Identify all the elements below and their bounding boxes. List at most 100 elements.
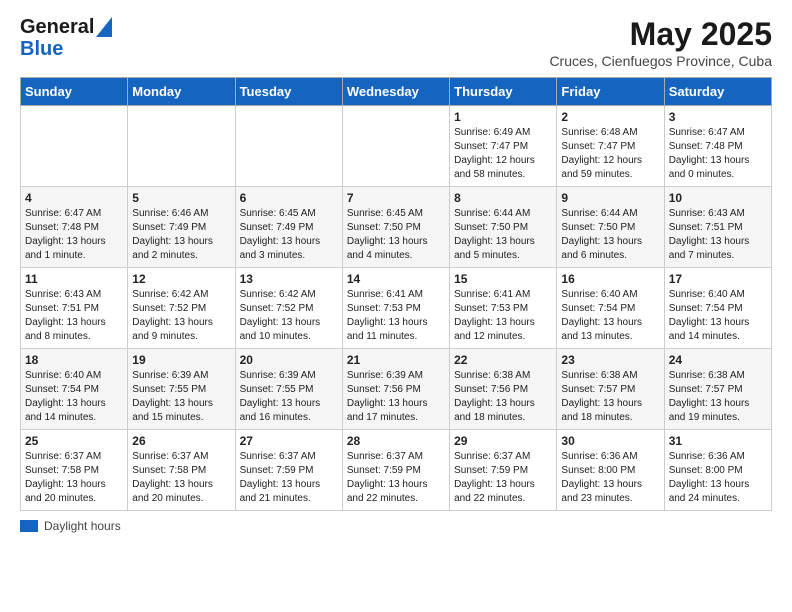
day-number: 19 (132, 353, 230, 367)
logo-blue: Blue (20, 38, 63, 60)
day-info: Sunrise: 6:40 AM Sunset: 7:54 PM Dayligh… (25, 369, 123, 425)
day-number: 16 (561, 272, 659, 286)
day-info: Sunrise: 6:39 AM Sunset: 7:55 PM Dayligh… (240, 369, 338, 425)
day-cell: 24Sunrise: 6:38 AM Sunset: 7:57 PM Dayli… (664, 349, 771, 430)
col-header-friday: Friday (557, 78, 664, 106)
day-info: Sunrise: 6:37 AM Sunset: 7:59 PM Dayligh… (240, 450, 338, 506)
calendar-table: SundayMondayTuesdayWednesdayThursdayFrid… (20, 77, 772, 511)
day-cell: 25 Sunrise: 6:37 AM Sunset: 7:58 PM Dayli… (21, 430, 128, 511)
day-number: 10 (669, 191, 767, 205)
day-info: Sunrise: 6:44 AM Sunset: 7:50 PM Dayligh… (561, 207, 659, 263)
day-info: Sunrise: 6:40 AM Sunset: 7:54 PM Dayligh… (669, 288, 767, 344)
logo: General Blue (20, 16, 112, 60)
day-number: 31 (669, 434, 767, 448)
day-number: 1 (454, 110, 552, 124)
col-header-wednesday: Wednesday (342, 78, 449, 106)
day-cell: 21 Sunrise: 6:39 AM Sunset: 7:56 PM Dayli… (342, 349, 449, 430)
day-number: 17 (669, 272, 767, 286)
col-header-monday: Monday (128, 78, 235, 106)
day-cell: 28 Sunrise: 6:37 AM Sunset: 7:59 PM Dayli… (342, 430, 449, 511)
day-number: 23 (561, 353, 659, 367)
day-cell: 31 Sunrise: 6:36 AM Sunset: 8:00 PM Dayli… (664, 430, 771, 511)
day-number: 30 (561, 434, 659, 448)
day-cell: 15Sunrise: 6:41 AM Sunset: 7:53 PM Dayli… (450, 268, 557, 349)
day-info: Sunrise: 6:37 AM Sunset: 7:58 PM Dayligh… (25, 450, 123, 506)
week-row-2: 4 Sunrise: 6:47 AM Sunset: 7:48 PM Daylig… (21, 187, 772, 268)
day-info: Sunrise: 6:49 AM Sunset: 7:47 PM Dayligh… (454, 126, 552, 182)
day-number: 21 (347, 353, 445, 367)
day-number: 7 (347, 191, 445, 205)
subtitle: Cruces, Cienfuegos Province, Cuba (549, 53, 772, 69)
day-cell: 18 Sunrise: 6:40 AM Sunset: 7:54 PM Dayli… (21, 349, 128, 430)
day-number: 5 (132, 191, 230, 205)
logo-general: General (20, 16, 94, 38)
day-info: Sunrise: 6:37 AM Sunset: 7:59 PM Dayligh… (347, 450, 445, 506)
footer-label: Daylight hours (44, 519, 121, 533)
week-row-4: 18 Sunrise: 6:40 AM Sunset: 7:54 PM Dayli… (21, 349, 772, 430)
day-number: 27 (240, 434, 338, 448)
day-info: Sunrise: 6:36 AM Sunset: 8:00 PM Dayligh… (669, 450, 767, 506)
day-info: Sunrise: 6:41 AM Sunset: 7:53 PM Dayligh… (347, 288, 445, 344)
day-number: 4 (25, 191, 123, 205)
day-cell: 14Sunrise: 6:41 AM Sunset: 7:53 PM Dayli… (342, 268, 449, 349)
day-info: Sunrise: 6:43 AM Sunset: 7:51 PM Dayligh… (669, 207, 767, 263)
day-number: 8 (454, 191, 552, 205)
day-number: 22 (454, 353, 552, 367)
day-cell: 22Sunrise: 6:38 AM Sunset: 7:56 PM Dayli… (450, 349, 557, 430)
day-cell: 12 Sunrise: 6:42 AM Sunset: 7:52 PM Dayli… (128, 268, 235, 349)
day-cell: 13 Sunrise: 6:42 AM Sunset: 7:52 PM Dayli… (235, 268, 342, 349)
day-info: Sunrise: 6:37 AM Sunset: 7:58 PM Dayligh… (132, 450, 230, 506)
day-info: Sunrise: 6:47 AM Sunset: 7:48 PM Dayligh… (669, 126, 767, 182)
day-cell: 5Sunrise: 6:46 AM Sunset: 7:49 PM Daylig… (128, 187, 235, 268)
col-header-saturday: Saturday (664, 78, 771, 106)
day-cell: 6 Sunrise: 6:45 AM Sunset: 7:49 PM Daylig… (235, 187, 342, 268)
day-number: 24 (669, 353, 767, 367)
day-info: Sunrise: 6:39 AM Sunset: 7:56 PM Dayligh… (347, 369, 445, 425)
day-info: Sunrise: 6:42 AM Sunset: 7:52 PM Dayligh… (240, 288, 338, 344)
day-info: Sunrise: 6:43 AM Sunset: 7:51 PM Dayligh… (25, 288, 123, 344)
day-number: 18 (25, 353, 123, 367)
col-header-tuesday: Tuesday (235, 78, 342, 106)
day-number: 11 (25, 272, 123, 286)
day-cell: 19Sunrise: 6:39 AM Sunset: 7:55 PM Dayli… (128, 349, 235, 430)
header-row: SundayMondayTuesdayWednesdayThursdayFrid… (21, 78, 772, 106)
header: General Blue May 2025 Cruces, Cienfuegos… (20, 16, 772, 69)
day-cell: 4 Sunrise: 6:47 AM Sunset: 7:48 PM Daylig… (21, 187, 128, 268)
day-cell: 26Sunrise: 6:37 AM Sunset: 7:58 PM Dayli… (128, 430, 235, 511)
day-cell: 20 Sunrise: 6:39 AM Sunset: 7:55 PM Dayli… (235, 349, 342, 430)
day-number: 20 (240, 353, 338, 367)
day-cell (342, 106, 449, 187)
day-cell: 10 Sunrise: 6:43 AM Sunset: 7:51 PM Dayli… (664, 187, 771, 268)
day-info: Sunrise: 6:45 AM Sunset: 7:50 PM Dayligh… (347, 207, 445, 263)
week-row-3: 11 Sunrise: 6:43 AM Sunset: 7:51 PM Dayli… (21, 268, 772, 349)
day-number: 25 (25, 434, 123, 448)
day-number: 28 (347, 434, 445, 448)
day-cell: 7 Sunrise: 6:45 AM Sunset: 7:50 PM Daylig… (342, 187, 449, 268)
day-number: 13 (240, 272, 338, 286)
main-title: May 2025 (549, 16, 772, 53)
day-cell: 29Sunrise: 6:37 AM Sunset: 7:59 PM Dayli… (450, 430, 557, 511)
day-number: 3 (669, 110, 767, 124)
day-number: 12 (132, 272, 230, 286)
day-info: Sunrise: 6:42 AM Sunset: 7:52 PM Dayligh… (132, 288, 230, 344)
day-number: 29 (454, 434, 552, 448)
day-info: Sunrise: 6:45 AM Sunset: 7:49 PM Dayligh… (240, 207, 338, 263)
day-info: Sunrise: 6:41 AM Sunset: 7:53 PM Dayligh… (454, 288, 552, 344)
day-cell: 11 Sunrise: 6:43 AM Sunset: 7:51 PM Dayli… (21, 268, 128, 349)
day-info: Sunrise: 6:48 AM Sunset: 7:47 PM Dayligh… (561, 126, 659, 182)
day-cell (21, 106, 128, 187)
logo-triangle-icon (96, 17, 112, 37)
week-row-1: 1 Sunrise: 6:49 AM Sunset: 7:47 PM Daylig… (21, 106, 772, 187)
day-cell (128, 106, 235, 187)
day-cell: 23Sunrise: 6:38 AM Sunset: 7:57 PM Dayli… (557, 349, 664, 430)
day-cell: 3 Sunrise: 6:47 AM Sunset: 7:48 PM Daylig… (664, 106, 771, 187)
day-info: Sunrise: 6:47 AM Sunset: 7:48 PM Dayligh… (25, 207, 123, 263)
day-cell (235, 106, 342, 187)
day-number: 2 (561, 110, 659, 124)
day-number: 6 (240, 191, 338, 205)
week-row-5: 25 Sunrise: 6:37 AM Sunset: 7:58 PM Dayli… (21, 430, 772, 511)
day-number: 9 (561, 191, 659, 205)
day-cell: 8Sunrise: 6:44 AM Sunset: 7:50 PM Daylig… (450, 187, 557, 268)
footer: Daylight hours (20, 519, 772, 533)
footer-legend-box (20, 520, 38, 532)
